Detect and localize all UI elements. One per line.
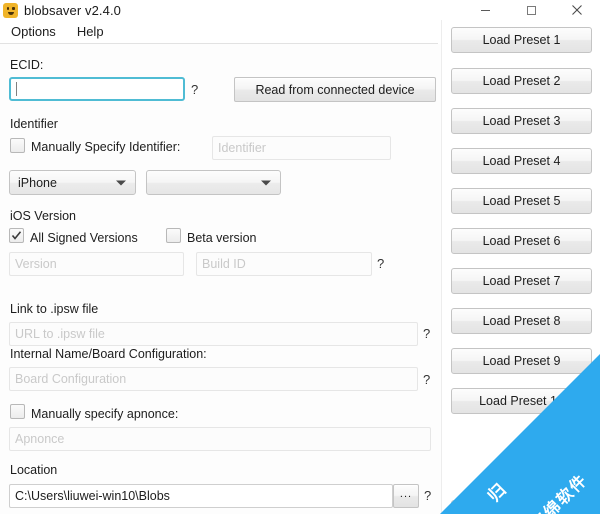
menu-item-options[interactable]: Options [11, 22, 65, 42]
checkmark-icon [11, 231, 22, 240]
manually-specify-apnonce-checkbox[interactable] [10, 404, 25, 419]
ipsw-label: Link to .ipsw file [10, 302, 99, 316]
window-title: blobsaver v2.4.0 [24, 2, 121, 18]
ipsw-help-icon[interactable]: ? [423, 327, 430, 340]
board-config-input[interactable]: Board Configuration [9, 367, 418, 391]
device-type-select[interactable]: iPhone [9, 170, 136, 195]
apnonce-input[interactable]: Apnonce [9, 427, 431, 451]
window-controls [462, 0, 600, 20]
version-input-placeholder: Version [15, 257, 57, 271]
board-config-label: Internal Name/Board Configuration: [10, 347, 207, 361]
maximize-button[interactable] [508, 0, 554, 20]
main-form-panel: ECID: ? Read from connected device Ident… [0, 44, 441, 514]
app-face-icon [3, 2, 18, 18]
all-signed-versions-checkbox[interactable] [9, 228, 24, 243]
ipsw-url-placeholder: URL to .ipsw file [15, 327, 105, 341]
load-preset-4-button[interactable]: Load Preset 4 [451, 148, 592, 174]
chevron-down-icon [116, 180, 126, 185]
location-label: Location [10, 463, 58, 477]
manually-specify-apnonce-label: Manually specify apnonce: [31, 407, 179, 421]
menu-bar: Options Help [0, 20, 438, 43]
minimize-button[interactable] [462, 0, 508, 20]
ipsw-url-input[interactable]: URL to .ipsw file [9, 322, 418, 346]
load-preset-7-button[interactable]: Load Preset 7 [451, 268, 592, 294]
chevron-down-icon [261, 180, 271, 185]
all-signed-versions-label: All Signed Versions [30, 231, 138, 245]
location-input[interactable]: C:\Users\liuwei-win10\Blobs [9, 484, 393, 508]
build-id-input[interactable]: Build ID [196, 252, 372, 276]
apnonce-placeholder: Apnonce [15, 432, 65, 446]
version-input[interactable]: Version [9, 252, 184, 276]
build-id-input-placeholder: Build ID [202, 257, 246, 271]
menu-item-help[interactable]: Help [77, 22, 113, 42]
load-preset-9-button[interactable]: Load Preset 9 [451, 348, 592, 374]
beta-version-checkbox[interactable] [166, 228, 181, 243]
location-help-icon[interactable]: ? [424, 489, 431, 502]
device-model-select[interactable] [146, 170, 281, 195]
ios-version-help-icon[interactable]: ? [377, 257, 384, 270]
load-preset-8-button[interactable]: Load Preset 8 [451, 308, 592, 334]
board-config-help-icon[interactable]: ? [423, 373, 430, 386]
beta-version-label: Beta version [187, 231, 257, 245]
load-preset-3-button[interactable]: Load Preset 3 [451, 108, 592, 134]
location-input-value: C:\Users\liuwei-win10\Blobs [15, 489, 170, 503]
preset-panel: Load Preset 1 Load Preset 2 Load Preset … [441, 20, 600, 514]
identifier-input[interactable]: Identifier [212, 136, 391, 160]
ios-version-section-label: iOS Version [10, 209, 77, 223]
load-preset-6-button[interactable]: Load Preset 6 [451, 228, 592, 254]
identifier-input-placeholder: Identifier [218, 141, 266, 155]
load-preset-2-button[interactable]: Load Preset 2 [451, 68, 592, 94]
location-browse-button[interactable]: ... [393, 484, 419, 508]
manually-specify-identifier-label: Manually Specify Identifier: [31, 140, 181, 154]
ecid-help-icon[interactable]: ? [191, 83, 198, 96]
load-preset-10-button[interactable]: Load Preset 10 [451, 388, 592, 414]
title-bar: blobsaver v2.4.0 [0, 0, 600, 20]
manually-specify-identifier-checkbox[interactable] [10, 138, 25, 153]
bottom-action-button[interactable] [451, 500, 592, 514]
ecid-input[interactable] [9, 77, 185, 101]
app-window: blobsaver v2.4.0 Options Help ECID: ? Re… [0, 0, 600, 514]
device-type-value: iPhone [18, 175, 57, 190]
load-preset-5-button[interactable]: Load Preset 5 [451, 188, 592, 214]
ecid-label: ECID: [10, 58, 44, 72]
board-config-placeholder: Board Configuration [15, 372, 127, 386]
close-button[interactable] [554, 0, 600, 20]
load-preset-1-button[interactable]: Load Preset 1 [451, 27, 592, 53]
identifier-section-label: Identifier [10, 117, 58, 131]
text-caret [16, 82, 17, 96]
read-from-connected-device-button[interactable]: Read from connected device [234, 77, 436, 102]
